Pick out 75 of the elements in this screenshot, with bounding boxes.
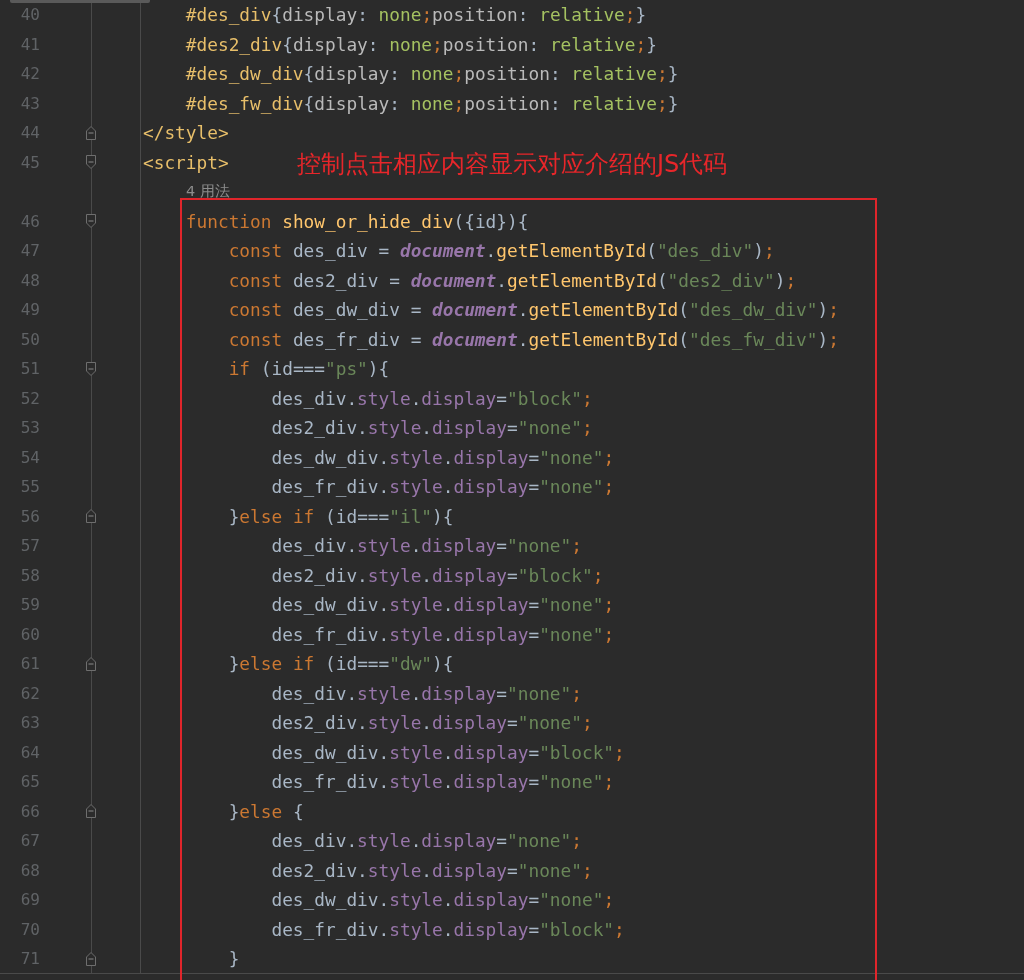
code-line: des_div.style.display="block"; [270, 387, 593, 409]
code-line: } [227, 948, 240, 970]
code-line: des_dw_div.style.display="none"; [270, 889, 615, 911]
code-line: }else if (id==="dw"){ [227, 653, 454, 675]
line-number: 51 [20, 359, 40, 379]
line-number: 53 [20, 418, 40, 438]
code-line: </style> [142, 122, 229, 144]
fold-end-icon[interactable] [85, 950, 97, 967]
line-number: 71 [20, 949, 40, 969]
line-number: 44 [20, 123, 40, 143]
line-number: 41 [20, 34, 40, 54]
line-number: 69 [20, 890, 40, 910]
line-number: 43 [20, 93, 40, 113]
code-line: des_div.style.display="none"; [270, 682, 582, 704]
code-line: const des2_div = document.getElementById("des2_div"); [227, 269, 797, 291]
line-number: 55 [20, 477, 40, 497]
code-line: const des_div = document.getElementById("des_div"); [227, 240, 775, 262]
fold-end-icon[interactable] [85, 655, 97, 672]
code-line: #des2_div{display: none;position: relative;} [184, 33, 657, 55]
line-number: 57 [20, 536, 40, 556]
fold-end-icon[interactable] [85, 803, 97, 820]
line-number: 46 [20, 211, 40, 231]
code-line: des_div.style.display="none"; [270, 535, 582, 557]
line-number: 45 [20, 152, 40, 172]
code-line: #des_fw_div{display: none;position: relative;} [184, 92, 679, 114]
code-line: des_dw_div.style.display="block"; [270, 741, 625, 763]
code-line: des2_div.style.display="none"; [270, 859, 593, 881]
fold-end-icon[interactable] [85, 124, 97, 141]
scrollbar-thumb[interactable] [10, 0, 150, 3]
code-line: const des_dw_div = document.getElementById("des_dw_div"); [227, 299, 839, 321]
fold-start-icon[interactable] [85, 360, 97, 377]
line-number: 62 [20, 683, 40, 703]
line-number: 52 [20, 388, 40, 408]
line-number: 56 [20, 506, 40, 526]
code-line: if (id==="ps"){ [227, 358, 390, 380]
code-line: des_fr_div.style.display="none"; [270, 623, 615, 645]
code-line: function show_or_hide_div({id}){ [184, 210, 529, 232]
code-line: #des_div{display: none;position: relative;} [184, 4, 647, 26]
line-number: 70 [20, 919, 40, 939]
code-line: const des_fr_div = document.getElementById("des_fw_div"); [227, 328, 839, 350]
annotation-text: 控制点击相应内容显示对应介绍的JS代码 [297, 149, 728, 180]
line-number: 54 [20, 447, 40, 467]
code-line: des2_div.style.display="block"; [270, 564, 604, 586]
code-line: }else { [227, 800, 304, 822]
code-line: des2_div.style.display="none"; [270, 417, 593, 439]
line-number: 50 [20, 329, 40, 349]
line-number: 60 [20, 624, 40, 644]
code-line: des_div.style.display="none"; [270, 830, 582, 852]
line-number: 66 [20, 801, 40, 821]
line-number: 42 [20, 64, 40, 84]
line-number: 67 [20, 831, 40, 851]
code-line: }else if (id==="il"){ [227, 505, 454, 527]
code-line: #des_dw_div{display: none;position: relative;} [184, 63, 679, 85]
line-number: 63 [20, 713, 40, 733]
line-number: 64 [20, 742, 40, 762]
code-line: <script> [142, 151, 229, 173]
line-number: 65 [20, 772, 40, 792]
line-number: 59 [20, 595, 40, 615]
line-number: 49 [20, 300, 40, 320]
fold-end-icon[interactable] [85, 508, 97, 525]
line-number: 40 [20, 5, 40, 25]
line-number: 61 [20, 654, 40, 674]
code-line: des_dw_div.style.display="none"; [270, 446, 615, 468]
line-number: 68 [20, 860, 40, 880]
line-number: 58 [20, 565, 40, 585]
fold-start-icon[interactable] [85, 154, 97, 171]
line-number: 47 [20, 241, 40, 261]
code-line: des_fr_div.style.display="none"; [270, 476, 615, 498]
usage-hint[interactable]: 4 用法 [140, 182, 230, 202]
line-number: 48 [20, 270, 40, 290]
code-line: des2_div.style.display="none"; [270, 712, 593, 734]
code-line: des_fr_div.style.display="none"; [270, 771, 615, 793]
fold-start-icon[interactable] [85, 213, 97, 230]
code-line: des_fr_div.style.display="block"; [270, 918, 625, 940]
code-line: des_dw_div.style.display="none"; [270, 594, 615, 616]
